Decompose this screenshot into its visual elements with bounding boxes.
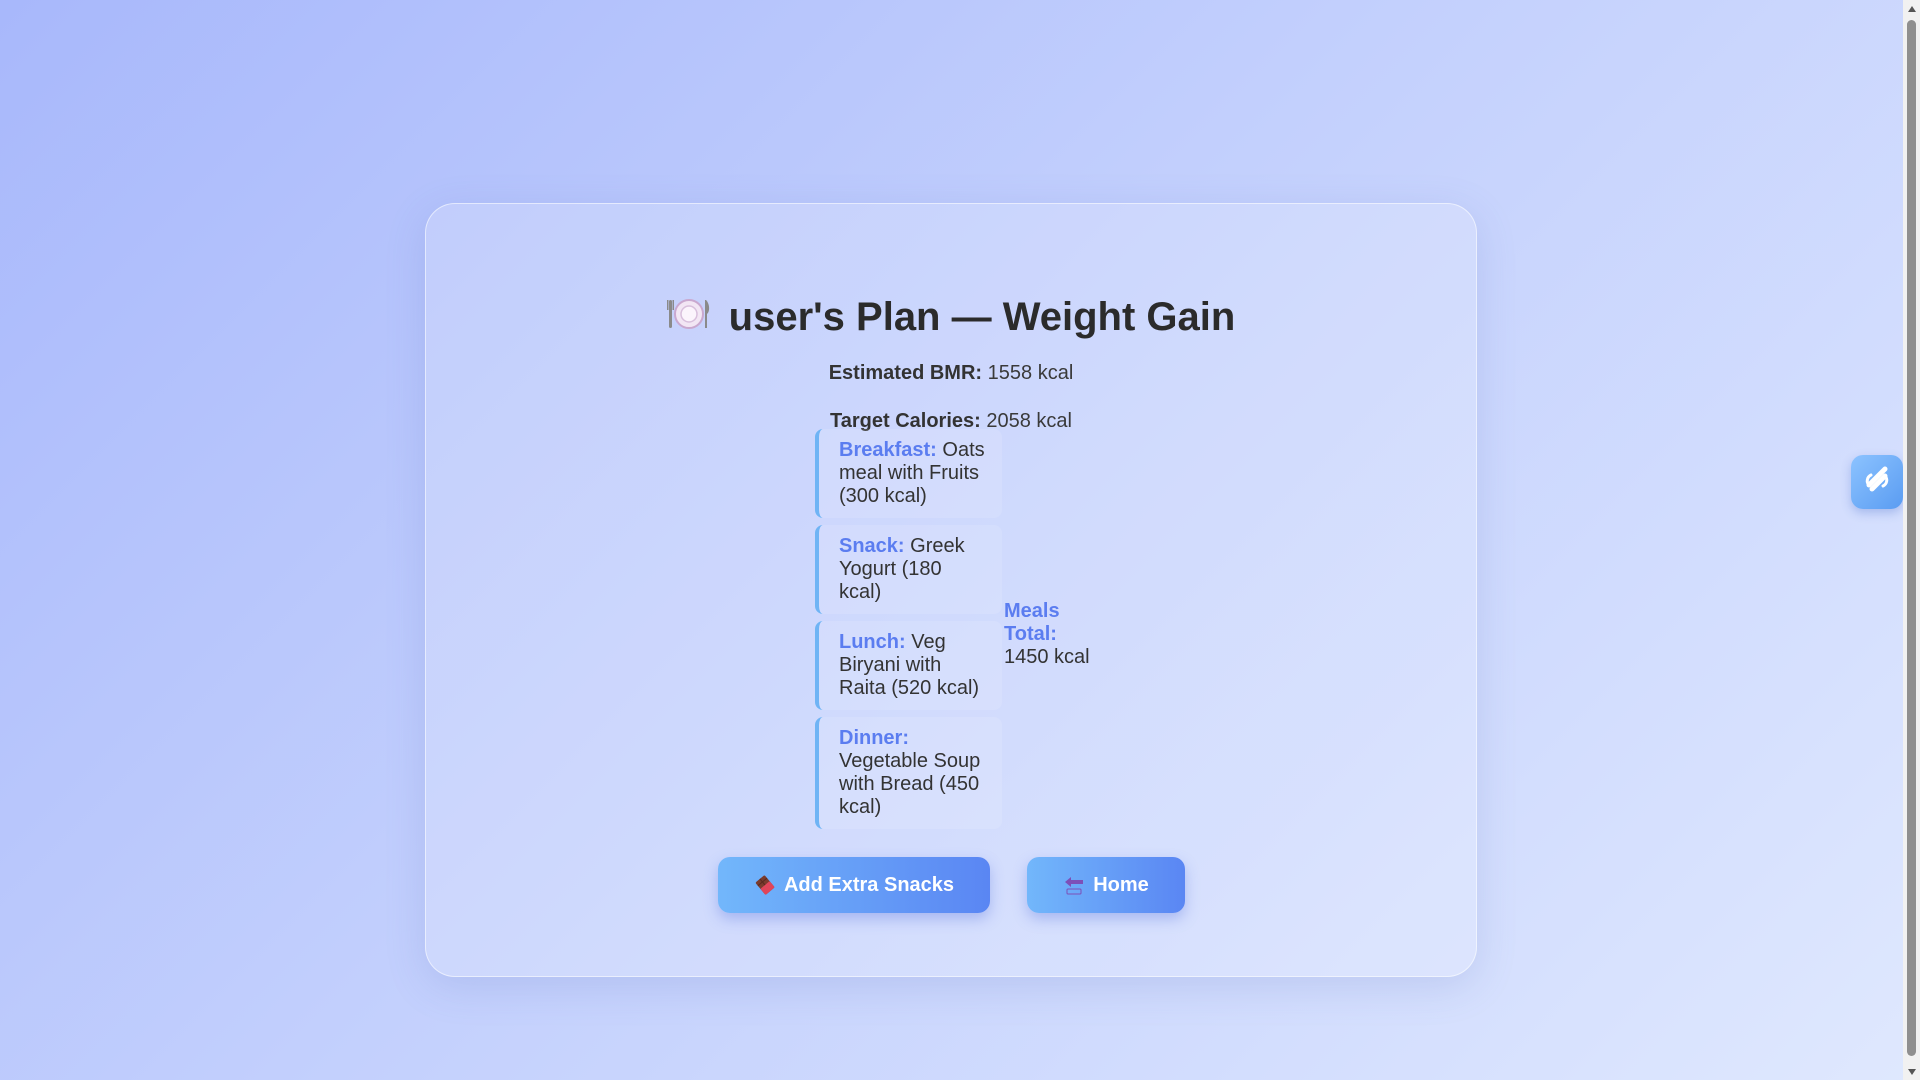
scrollbar-thumb[interactable] bbox=[1907, 20, 1916, 1056]
meals-total-label: Meals Total: bbox=[1004, 600, 1060, 645]
meal-name: Breakfast: bbox=[839, 439, 937, 461]
home-button[interactable]: Home bbox=[1027, 857, 1185, 913]
meal-item-dinner: Dinner: Vegetable Soup with Bread (450 k… bbox=[815, 717, 1002, 829]
meal-list: Breakfast: Oats meal with Fruits (300 kc… bbox=[815, 429, 1006, 836]
plate-cutlery-icon bbox=[666, 292, 711, 336]
swirl-logo-icon bbox=[1860, 463, 1894, 502]
bmr-label: Estimated BMR: bbox=[828, 362, 983, 384]
side-widget-button[interactable] bbox=[1851, 455, 1903, 509]
vertical-scrollbar[interactable] bbox=[1903, 0, 1920, 1080]
meals-total-value: 1450 kcal bbox=[1004, 646, 1090, 668]
title-text: user's Plan — Weight Gain bbox=[728, 295, 1236, 339]
meal-name: Snack: bbox=[839, 535, 905, 557]
page-title: user's Plan — Weight Gain bbox=[426, 292, 1476, 342]
meal-item-breakfast: Breakfast: Oats meal with Fruits (300 kc… bbox=[815, 429, 1002, 518]
scroll-up-arrow-icon[interactable] bbox=[1903, 0, 1920, 17]
meal-desc: Vegetable Soup with Bread (450 kcal) bbox=[839, 750, 981, 818]
meal-item-snack: Snack: Greek Yogurt (180 kcal) bbox=[815, 525, 1002, 614]
add-extra-snacks-button[interactable]: Add Extra Snacks bbox=[718, 857, 990, 913]
meal-name: Dinner: bbox=[839, 727, 909, 749]
add-extra-snacks-label: Add Extra Snacks bbox=[783, 873, 955, 896]
back-arrow-icon bbox=[1063, 874, 1085, 896]
chocolate-bar-icon bbox=[754, 874, 776, 896]
meal-item-lunch: Lunch: Veg Biryani with Raita (520 kcal) bbox=[815, 621, 1002, 710]
scroll-down-arrow-icon[interactable] bbox=[1903, 1063, 1920, 1080]
bmr-stat: Estimated BMR: 1558 kcal bbox=[426, 361, 1476, 385]
plan-card: user's Plan — Weight Gain Estimated BMR:… bbox=[425, 203, 1477, 977]
meals-total: Meals Total: 1450 kcal bbox=[1004, 600, 1104, 669]
bmr-value: 1558 kcal bbox=[987, 362, 1074, 384]
meal-name: Lunch: bbox=[839, 631, 906, 653]
home-label: Home bbox=[1093, 873, 1149, 896]
